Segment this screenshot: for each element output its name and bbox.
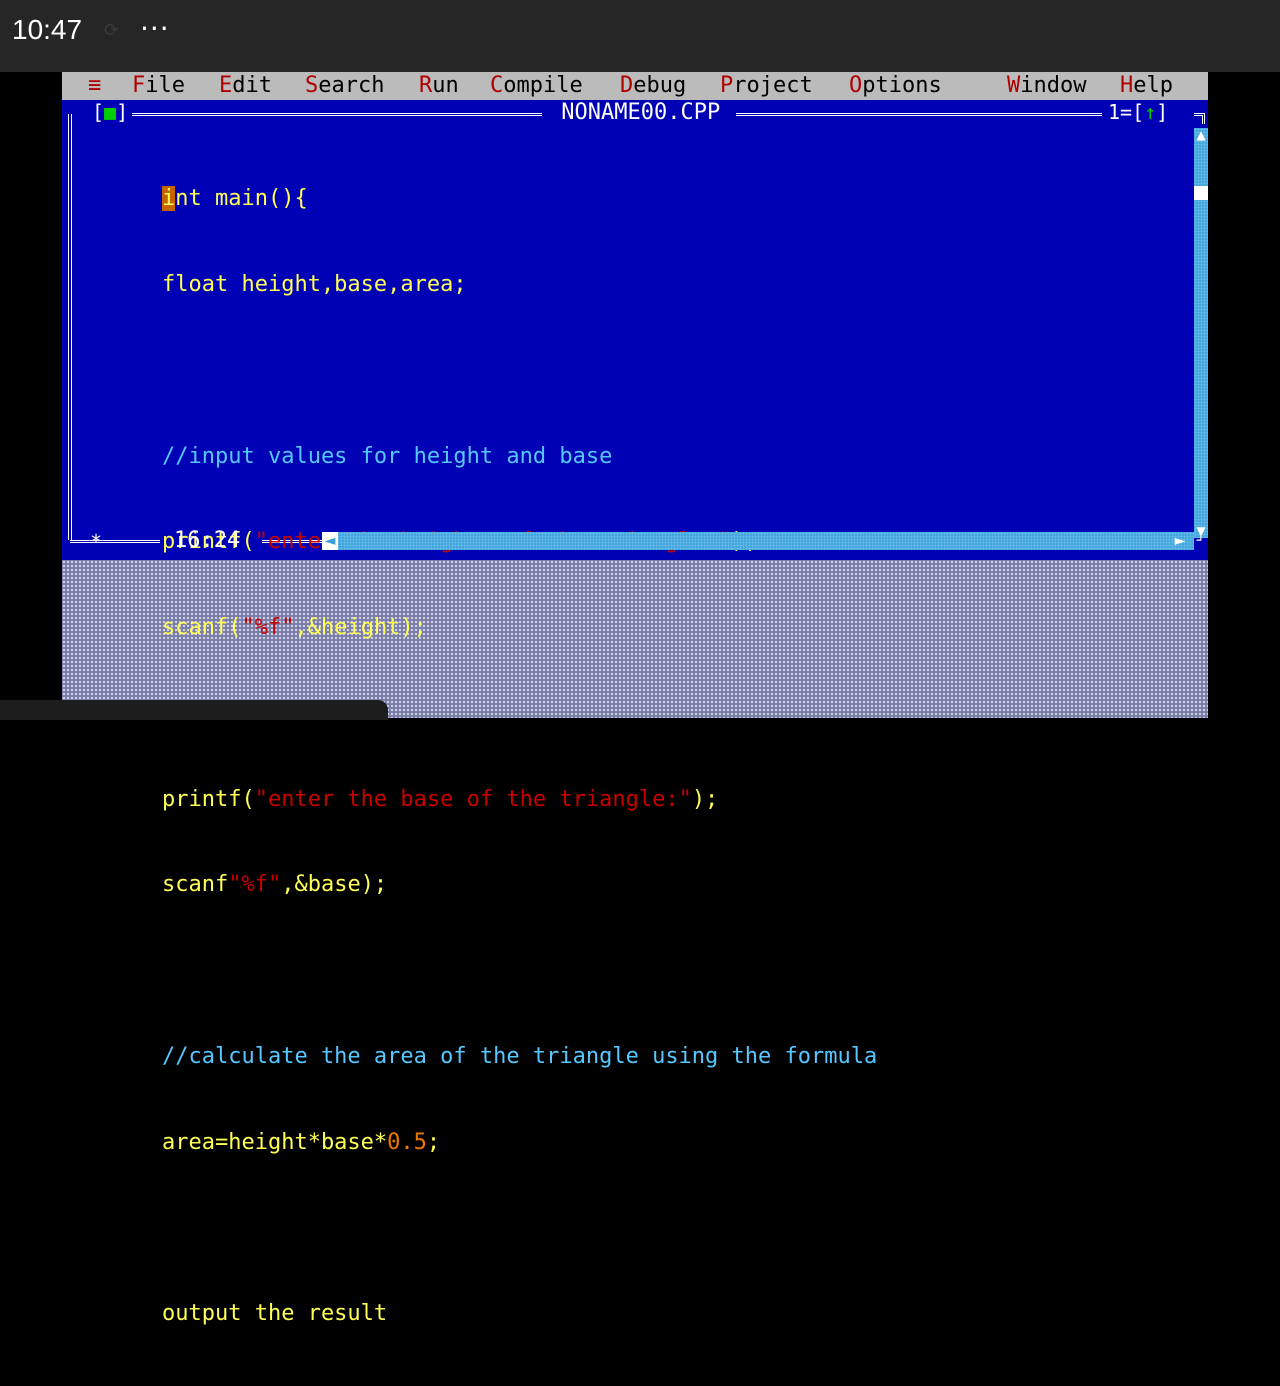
menu-debug[interactable]: Debug bbox=[620, 73, 686, 99]
clock: 10:47 bbox=[12, 14, 83, 45]
code-line: float height,base,area; bbox=[162, 271, 467, 297]
code-area[interactable]: int main(){ float height,base,area; //in… bbox=[162, 128, 877, 1386]
code-comment: //input values for height and base bbox=[162, 443, 613, 469]
menu-search[interactable]: Search bbox=[305, 73, 384, 99]
code-comment: //calculate the area of the triangle usi… bbox=[162, 1044, 878, 1069]
menu-file[interactable]: File bbox=[132, 73, 185, 99]
code-line: output the result bbox=[162, 1301, 388, 1327]
scroll-left-icon[interactable]: ◄ bbox=[322, 532, 338, 550]
menu-options[interactable]: Options bbox=[849, 73, 942, 99]
scroll-thumb[interactable] bbox=[1194, 186, 1208, 200]
code-line: scanf("%f",&height); bbox=[162, 615, 427, 641]
system-menu-icon[interactable]: ≡ bbox=[88, 73, 101, 99]
frame-bottom-left bbox=[70, 540, 160, 543]
close-icon: ■ bbox=[104, 100, 117, 124]
frame-corner bbox=[1194, 113, 1205, 124]
scroll-right-icon[interactable]: ► bbox=[1172, 532, 1188, 550]
editor-window: [■] NONAME00.CPP 1=[↑] int main(){ float… bbox=[62, 100, 1208, 1326]
code-line: int main(){ bbox=[162, 186, 308, 212]
arrow-up-icon: ↑ bbox=[1144, 100, 1157, 124]
menu-project[interactable]: Project bbox=[720, 73, 813, 99]
menu-window[interactable]: Window bbox=[1007, 73, 1086, 99]
code-line: printf("enter the base of the triangle:"… bbox=[162, 786, 719, 812]
menu-bar: ≡ File Edit Search Run Compile Debug Pro… bbox=[62, 72, 1208, 100]
device-status-bar: 10:47 ⟳ ··· bbox=[0, 0, 1280, 72]
frame-top-right bbox=[736, 113, 1102, 116]
cursor-position: 16:24 bbox=[174, 528, 241, 553]
vertical-scrollbar[interactable]: ▲ ▼ bbox=[1194, 128, 1208, 538]
resize-handle-icon[interactable]: ┘ bbox=[1194, 532, 1208, 550]
more-icon[interactable]: ··· bbox=[140, 12, 170, 45]
modified-marker: * bbox=[90, 530, 103, 554]
frame-left bbox=[68, 114, 72, 540]
scroll-up-icon[interactable]: ▲ bbox=[1194, 128, 1208, 142]
code-line: area=height*base*0.5; bbox=[162, 1129, 441, 1155]
code-line: scanf"%f",&base); bbox=[162, 872, 388, 898]
horizontal-scrollbar[interactable]: ◄ ► bbox=[322, 532, 1194, 550]
close-window-button[interactable]: [■] bbox=[92, 100, 128, 124]
frame-top-left bbox=[132, 113, 542, 116]
menu-edit[interactable]: Edit bbox=[219, 73, 272, 99]
menu-compile[interactable]: Compile bbox=[490, 73, 583, 99]
menu-help[interactable]: Help bbox=[1120, 73, 1173, 99]
menu-run[interactable]: Run bbox=[419, 73, 459, 99]
text-cursor: i bbox=[162, 186, 176, 212]
turbo-cpp-screen: ≡ File Edit Search Run Compile Debug Pro… bbox=[62, 72, 1208, 1326]
file-title: NONAME00.CPP bbox=[548, 100, 734, 125]
window-zoom-button[interactable]: 1=[↑] bbox=[1108, 100, 1168, 124]
sync-icon: ⟳ bbox=[104, 20, 120, 41]
gesture-area bbox=[0, 700, 388, 720]
